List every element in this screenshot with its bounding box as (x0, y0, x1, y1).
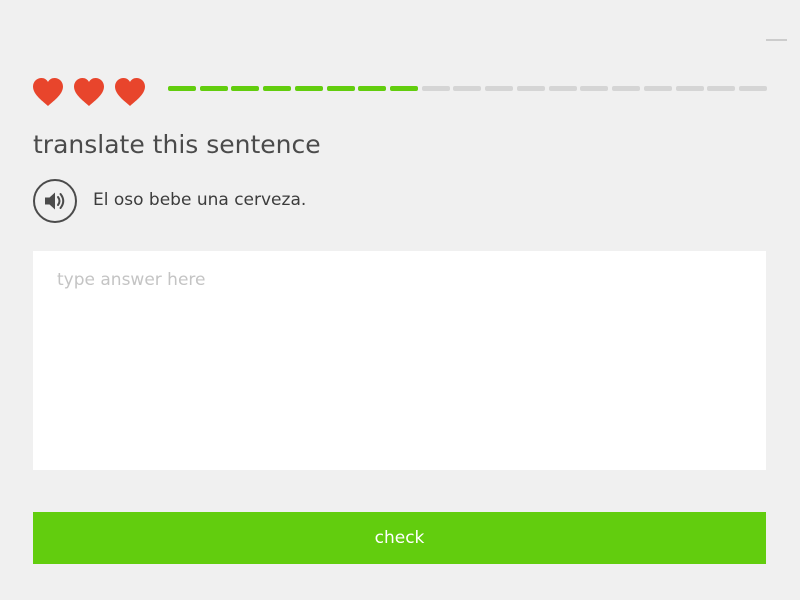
progress-segment-remaining (421, 86, 450, 91)
progress-segment-remaining (516, 86, 545, 91)
progress-segment-complete (326, 86, 355, 91)
progress-segment-complete (199, 86, 228, 91)
hearts-row (32, 77, 146, 107)
source-sentence: El oso bebe una cerveza. (93, 190, 307, 210)
progress-segment-remaining (453, 86, 482, 91)
heart-icon (115, 78, 145, 106)
progress-segment-remaining (707, 86, 736, 91)
progress-segment-complete (390, 86, 419, 91)
progress-segment-complete (294, 86, 323, 91)
lesson-progress-bar (168, 86, 767, 91)
speaker-icon[interactable] (32, 178, 78, 224)
progress-segment-remaining (738, 86, 767, 91)
answer-input[interactable] (33, 251, 766, 470)
progress-segment-complete (263, 86, 292, 91)
heart-icon (33, 78, 63, 106)
progress-segment-complete (358, 86, 387, 91)
minimize-icon[interactable] (766, 39, 787, 41)
progress-segment-remaining (612, 86, 641, 91)
progress-segment-remaining (675, 86, 704, 91)
progress-segment-complete (168, 86, 196, 91)
progress-segment-remaining (580, 86, 609, 91)
progress-segment-remaining (548, 86, 577, 91)
progress-segment-remaining (485, 86, 514, 91)
instruction-title: translate this sentence (33, 130, 321, 159)
check-button[interactable]: check (33, 512, 766, 564)
progress-segment-remaining (643, 86, 672, 91)
heart-icon (74, 78, 104, 106)
progress-segment-complete (231, 86, 260, 91)
